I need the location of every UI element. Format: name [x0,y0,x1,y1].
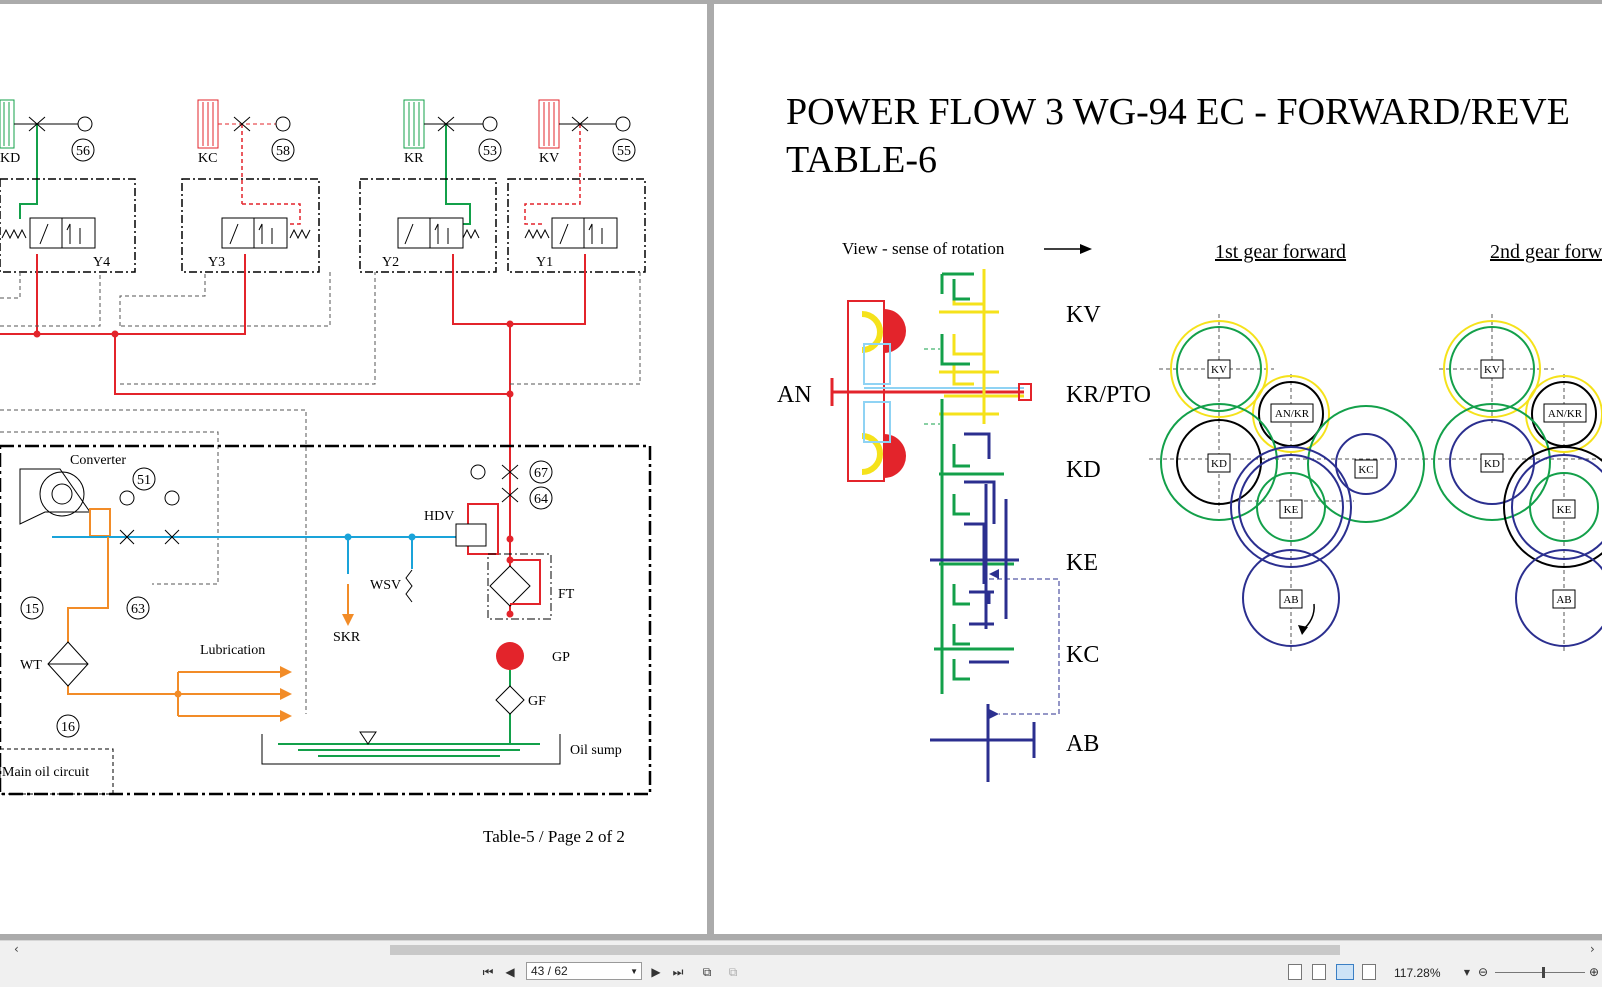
main-oil-circuit-label: Main oil circuit [2,765,89,780]
single-page-view-icon[interactable] [1288,964,1302,980]
transmission-diagram [830,269,1060,782]
clutch-kd-label: KD [0,151,20,166]
view-rotation-label: View - sense of rotation [842,239,1005,258]
clutch-kc-icon [197,99,219,149]
gp-label: GP [552,650,570,665]
pump-icon [496,642,524,670]
hydraulic-schematic: 56 58 53 55 KD KC KR KV Y4 Y3 Y2 Y1 Main… [0,99,652,846]
gauge-15-label: 15 [25,602,39,617]
gear1-box-kv: KV [1211,364,1227,376]
zoom-in-icon[interactable]: ⊕ [1588,963,1600,981]
gf-label: GF [528,694,546,709]
scroll-left-icon[interactable]: ‹ [14,942,19,956]
page-title: POWER FLOW 3 WG-94 EC - FORWARD/REVE [786,91,1570,133]
gear-label-kc: KC [1066,642,1099,668]
lubrication-label: Lubrication [200,643,265,658]
previous-view-icon[interactable]: ⧉ [698,963,716,981]
wsv-label: WSV [370,578,401,593]
gauge-58-label: 58 [276,144,290,159]
gear1-box-ab: AB [1283,594,1298,606]
zoom-out-icon[interactable]: ⊖ [1476,963,1490,981]
first-page-icon[interactable]: ⏮ [480,963,496,981]
gear2-box-ke: KE [1557,504,1572,516]
document-page-left: 56 58 53 55 KD KC KR KV Y4 Y3 Y2 Y1 Main… [0,4,707,934]
ft-label: FT [558,587,575,602]
gauge-55-label: 55 [617,144,631,159]
gear1-box-kc: KC [1358,464,1373,476]
last-page-icon[interactable]: ⏭ [670,963,686,981]
gear-label-kd: KD [1066,457,1101,483]
gear-label-kv: KV [1066,302,1101,328]
gauge-63-label: 63 [131,602,145,617]
zoom-level[interactable]: 117.28% [1394,966,1440,980]
gauge-53-label: 53 [483,144,497,159]
gauge-16-label: 16 [61,720,75,735]
oil-sump-label: Oil sump [570,743,622,758]
previous-page-icon[interactable]: ◀ [502,963,518,981]
clutch-kc-label: KC [198,151,217,166]
page-number-value: 43 / 62 [531,964,568,978]
gauge-64-label: 64 [534,492,548,507]
chevron-down-icon[interactable]: ▼ [630,967,638,976]
gauge-51-label: 51 [137,473,151,488]
gauge-56-label: 56 [76,144,90,159]
gauge-67-label: 67 [534,466,548,481]
gear-label-ab: AB [1066,731,1099,757]
clutch-kv-label: KV [539,151,559,166]
continuous-view-icon[interactable] [1312,964,1326,980]
scroll-right-icon[interactable]: › [1590,942,1595,956]
filter-icon [489,565,531,607]
gear1-box-ankr: AN/KR [1275,408,1310,420]
next-page-icon[interactable]: ▶ [648,963,664,981]
zoom-dropdown-icon[interactable]: ▼ [1462,963,1472,981]
hdv-label: HDV [424,509,454,524]
two-page-view-icon[interactable] [1336,964,1354,980]
gear2-box-ab: AB [1556,594,1571,606]
clutch-kr-icon [403,99,425,149]
arrow-right-icon [1044,244,1092,254]
two-page-continuous-view-icon[interactable] [1362,964,1376,980]
clutch-kv-icon [538,99,560,149]
gear2-box-ankr: AN/KR [1548,408,1583,420]
converter-label: Converter [70,453,126,468]
wt-label: WT [20,658,42,673]
clutch-kd-icon [0,99,15,149]
gear-label-krpto: KR/PTO [1066,382,1151,408]
valve-y4-label: Y4 [93,255,110,270]
gear1-box-ke: KE [1284,504,1299,516]
zoom-slider[interactable] [1495,972,1585,973]
horizontal-scrollbar[interactable]: ‹ › [0,940,1602,959]
valve-y2-label: Y2 [382,255,399,270]
an-label: AN [777,382,812,408]
strainer-icon [495,685,525,715]
scrollbar-thumb[interactable] [390,945,1340,955]
page-number-field[interactable]: 43 / 62 ▼ [526,962,642,980]
page-footer: Table-5 / Page 2 of 2 [483,827,625,846]
converter-icon [19,468,111,537]
gear2-box-kv: KV [1484,364,1500,376]
next-view-icon[interactable]: ⧉ [724,963,742,981]
col-2nd-gear-forward: 2nd gear forw [1490,241,1602,263]
document-page-right: POWER FLOW 3 WG-94 EC - FORWARD/REVE TAB… [714,4,1602,934]
zoom-slider-handle[interactable] [1542,967,1545,978]
valve-y1-label: Y1 [536,255,553,270]
page-subtitle: TABLE-6 [786,139,937,181]
gear1-box-kd: KD [1211,458,1227,470]
clutch-kr-label: KR [404,151,424,166]
skr-label: SKR [333,630,361,645]
gear2-box-kd: KD [1484,458,1500,470]
gear-label-ke: KE [1066,550,1098,576]
status-toolbar: ⏮ ◀ 43 / 62 ▼ ▶ ⏭ ⧉ ⧉ 117.28% ▼ ⊖ ⊕ [0,958,1602,987]
col-1st-gear-forward: 1st gear forward [1215,241,1346,263]
valve-y3-label: Y3 [208,255,225,270]
